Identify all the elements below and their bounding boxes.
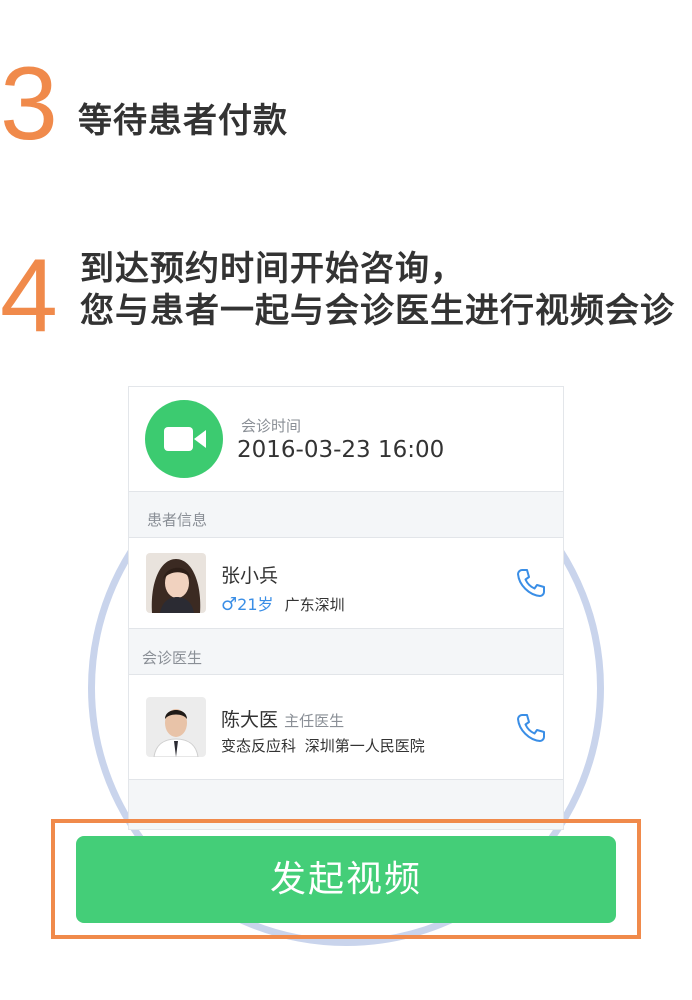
patient-name: 张小兵	[221, 565, 279, 587]
phone-icon[interactable]	[515, 567, 547, 599]
consult-time-header: 会诊时间 2016-03-23 16:00	[129, 387, 563, 492]
doctor-hospital: 深圳第一人民医院	[304, 737, 425, 755]
step-4-line1: 到达预约时间开始咨询，	[80, 249, 465, 289]
patient-section-label: 患者信息	[147, 511, 208, 529]
doctor-department: 变态反应科	[221, 737, 297, 755]
doctor-details: 变态反应科 深圳第一人民医院	[221, 735, 425, 756]
step-4-line2: 您与患者一起与会诊医生进行视频会诊	[80, 291, 675, 331]
step-4-number: 4	[0, 238, 58, 354]
consult-time-value: 2016-03-23 16:00	[237, 437, 445, 463]
step-3-text: 等待患者付款	[78, 93, 288, 142]
doctor-row[interactable]: 陈大医 主任医生 变态反应科 深圳第一人民医院	[129, 674, 563, 780]
phone-icon[interactable]	[515, 712, 547, 744]
patient-details: ♂21岁 广东深圳	[221, 591, 345, 615]
start-video-button[interactable]: 发起视频	[76, 836, 616, 923]
patient-avatar	[146, 553, 206, 613]
doctor-avatar	[146, 697, 206, 757]
consult-time-label: 会诊时间	[241, 417, 302, 435]
video-camera-icon	[145, 400, 223, 478]
patient-row[interactable]: 张小兵 ♂21岁 广东深圳	[129, 537, 563, 629]
consultation-card: 会诊时间 2016-03-23 16:00 患者信息 张小兵 ♂21岁 广东深圳…	[128, 386, 564, 830]
doctor-name-line: 陈大医 主任医生	[221, 705, 344, 732]
step-3-label: 等待患者付款	[78, 101, 288, 141]
doctor-section-label: 会诊医生	[142, 649, 203, 667]
step-3-number: 3	[0, 46, 58, 162]
male-icon: ♂	[221, 594, 238, 615]
step-4-text: 到达预约时间开始咨询， 您与患者一起与会诊医生进行视频会诊	[80, 248, 675, 332]
patient-location: 广东深圳	[284, 596, 345, 614]
doctor-title: 主任医生	[284, 712, 345, 730]
doctor-name: 陈大医	[221, 709, 279, 731]
patient-age: 21岁	[237, 595, 274, 614]
